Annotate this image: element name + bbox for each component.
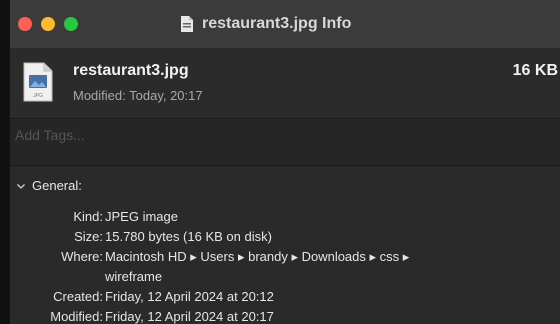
chevron-down-icon	[17, 183, 25, 189]
traffic-lights	[18, 17, 78, 31]
svg-text:JPG: JPG	[33, 93, 43, 99]
modified-value: Friday, 12 April 2024 at 20:17	[105, 309, 274, 324]
size-value: 15.780 bytes (16 KB on disk)	[105, 229, 272, 244]
title-bar[interactable]: restaurant3.jpg Info	[10, 0, 560, 48]
file-size-summary: 16 KB	[512, 62, 558, 79]
general-section: General: Kind: JPEG image Size: 15.780 b…	[10, 170, 560, 324]
jpeg-document-icon: JPG	[23, 62, 53, 102]
close-button[interactable]	[18, 17, 32, 31]
general-section-label: General:	[32, 178, 82, 193]
zoom-button[interactable]	[64, 17, 78, 31]
add-tags-input[interactable]	[13, 123, 437, 147]
created-value: Friday, 12 April 2024 at 20:12	[105, 289, 274, 304]
file-modified-summary: Modified: Today, 20:17	[73, 88, 203, 103]
where-label: Where:	[61, 249, 103, 264]
where-value: Macintosh HD ▸ Users ▸ brandy ▸ Download…	[105, 249, 410, 264]
window-left-edge	[0, 0, 10, 324]
kind-value: JPEG image	[105, 209, 178, 224]
tags-area	[10, 118, 560, 166]
file-header: JPG restaurant3.jpg Modified: Today, 20:…	[10, 48, 560, 118]
document-icon	[181, 16, 193, 32]
size-label: Size:	[74, 229, 103, 244]
minimize-button[interactable]	[41, 17, 55, 31]
kind-label: Kind:	[73, 209, 103, 224]
info-window: restaurant3.jpg Info JPG restaurant3.jpg…	[0, 0, 560, 324]
created-label: Created:	[53, 289, 103, 304]
window-title-text: restaurant3.jpg Info	[202, 15, 352, 32]
file-name: restaurant3.jpg	[73, 62, 189, 79]
where-value-continued: wireframe	[105, 269, 163, 284]
window-title: restaurant3.jpg Info	[180, 13, 351, 35]
modified-label: Modified:	[50, 309, 103, 324]
general-section-toggle[interactable]: General:	[16, 178, 82, 193]
